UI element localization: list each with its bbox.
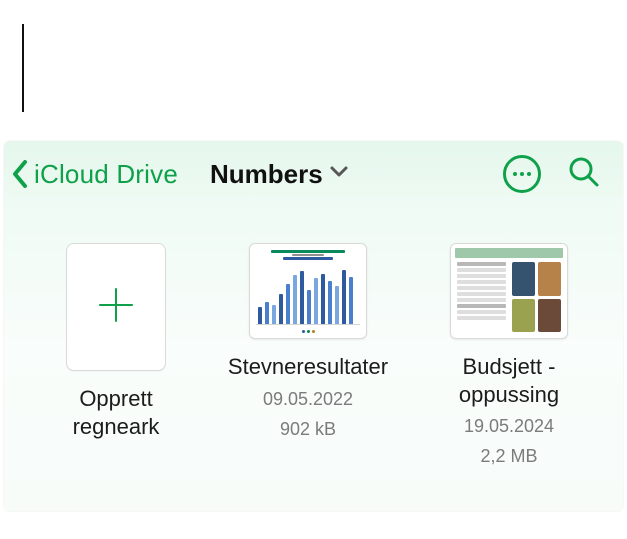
- file-grid: Opprett regneark: [4, 207, 623, 469]
- folder-title: Numbers: [210, 159, 323, 190]
- tile-label: Opprett regneark: [66, 385, 166, 440]
- create-thumbnail: [66, 243, 166, 371]
- chevron-down-icon: [329, 165, 349, 184]
- folder-title-dropdown[interactable]: Numbers: [210, 159, 349, 190]
- chevron-left-icon: [10, 158, 32, 190]
- file-tile-stevneresultater[interactable]: Stevneresultater 09.05.2022 902 kB: [228, 243, 388, 441]
- file-thumbnail: [249, 243, 367, 339]
- back-button[interactable]: iCloud Drive: [10, 158, 178, 190]
- search-button[interactable]: [567, 155, 601, 194]
- ellipsis-icon: [513, 172, 531, 176]
- tile-label: Budsjett - oppussing: [450, 353, 568, 408]
- tile-label: Stevneresultater: [228, 353, 388, 381]
- file-browser: iCloud Drive Numbers: [4, 141, 623, 511]
- tile-date: 19.05.2024: [464, 414, 554, 438]
- file-thumbnail: [450, 243, 568, 339]
- callout-line: [22, 24, 24, 112]
- create-spreadsheet-tile[interactable]: Opprett regneark: [66, 243, 166, 440]
- search-icon: [567, 155, 601, 194]
- back-label: iCloud Drive: [34, 159, 178, 190]
- toolbar: iCloud Drive Numbers: [4, 141, 623, 207]
- tile-size: 902 kB: [280, 417, 336, 441]
- tile-size: 2,2 MB: [480, 444, 537, 468]
- tile-date: 09.05.2022: [263, 387, 353, 411]
- more-options-button[interactable]: [503, 155, 541, 193]
- plus-icon: [94, 283, 138, 332]
- file-tile-budsjett-oppussing[interactable]: Budsjett - oppussing 19.05.2024 2,2 MB: [450, 243, 568, 469]
